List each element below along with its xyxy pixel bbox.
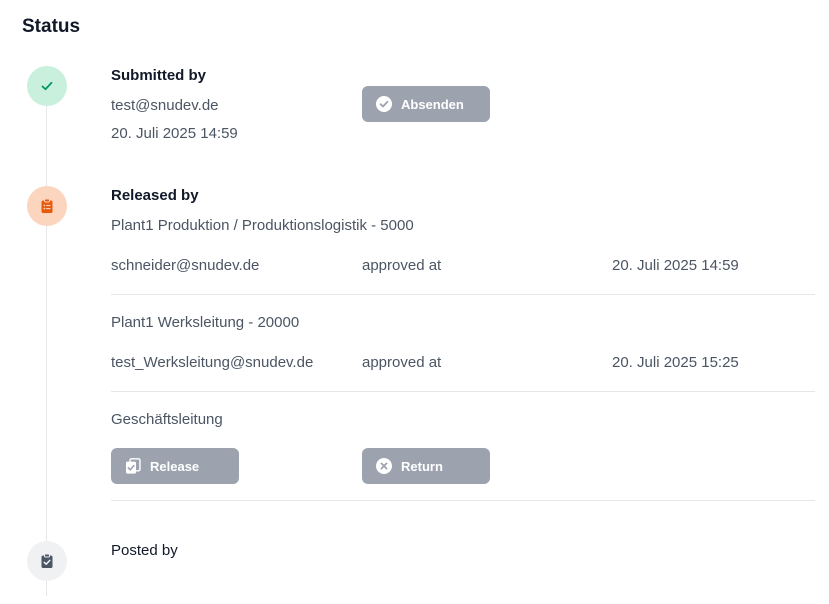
absenden-button[interactable]: Absenden: [362, 86, 490, 122]
divider: [111, 294, 815, 295]
release-unit-2: Plant1 Werksleitung - 20000: [111, 314, 300, 331]
released-step-indicator: [27, 186, 67, 226]
release-button[interactable]: Release: [111, 448, 239, 484]
documents-check-icon: [125, 458, 141, 474]
release-unit-pending: Geschäftsleitung: [111, 411, 223, 428]
status-title: Status: [22, 16, 81, 37]
timeline-line: [46, 106, 47, 596]
submitted-date: 20. Juli 2025 14:59: [111, 125, 238, 142]
divider: [111, 500, 815, 501]
posted-heading: Posted by: [111, 542, 178, 559]
release-label: Release: [150, 458, 200, 474]
release-email-2: test_Werksleitung@snudev.de: [111, 354, 314, 371]
x-circle-icon: [376, 458, 392, 474]
return-button[interactable]: Return: [362, 448, 490, 484]
check-circle-icon: [376, 96, 392, 112]
release-date-2: 20. Juli 2025 15:25: [612, 354, 739, 371]
release-email-1: schneider@snudev.de: [111, 257, 260, 274]
absenden-label: Absenden: [401, 96, 464, 112]
release-status-1: approved at: [362, 257, 442, 274]
released-heading: Released by: [111, 187, 199, 204]
release-date-1: 20. Juli 2025 14:59: [612, 257, 739, 274]
submitted-heading: Submitted by: [111, 67, 207, 84]
release-status-2: approved at: [362, 354, 442, 371]
check-icon: [41, 81, 53, 91]
submitted-step-indicator: [27, 66, 67, 106]
return-label: Return: [401, 458, 443, 474]
posted-step-indicator: [27, 541, 67, 581]
divider: [111, 391, 815, 392]
clipboard-list-icon: [41, 198, 53, 213]
submitted-email: test@snudev.de: [111, 97, 219, 114]
clipboard-check-icon: [41, 553, 53, 568]
release-unit-1: Plant1 Produktion / Produktionslogistik …: [111, 217, 414, 234]
